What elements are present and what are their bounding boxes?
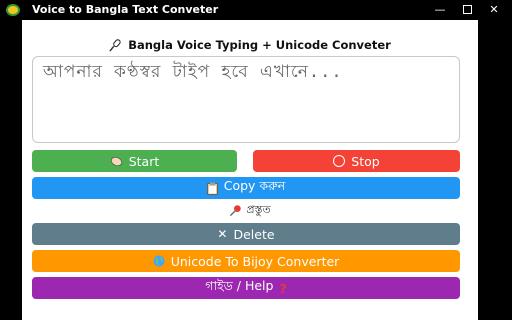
help-button[interactable]: গাইড / Help ? bbox=[32, 277, 460, 299]
pushpin-icon bbox=[230, 204, 242, 216]
hand-icon bbox=[110, 156, 122, 166]
unicode-to-bijoy-button[interactable]: Unicode To Bijoy Converter bbox=[32, 250, 460, 272]
main-panel: Bangla Voice Typing + Unicode Conveter আ… bbox=[22, 20, 478, 320]
unicode-label: Unicode To Bijoy Converter bbox=[170, 253, 340, 269]
maximize-button[interactable] bbox=[457, 0, 477, 20]
voice-text-area[interactable]: আপনার কণ্ঠস্বর টাইপ হবে এখানে... bbox=[32, 56, 460, 143]
stop-circle-icon bbox=[333, 155, 346, 167]
microphone-icon bbox=[109, 38, 121, 52]
stop-button[interactable]: Stop bbox=[253, 150, 460, 172]
status-text: প্রস্তুত bbox=[246, 202, 271, 216]
stop-label: Stop bbox=[351, 153, 380, 169]
copy-label: Copy করুন bbox=[223, 178, 286, 193]
start-label: Start bbox=[128, 153, 160, 169]
app-heading-text: Bangla Voice Typing + Unicode Conveter bbox=[128, 38, 391, 52]
cross-icon: ✕ bbox=[217, 227, 228, 241]
start-button[interactable]: Start bbox=[32, 150, 237, 172]
title-bar: Voice to Bangla Text Conveter — ✕ bbox=[0, 0, 512, 20]
app-heading: Bangla Voice Typing + Unicode Conveter bbox=[22, 37, 478, 53]
status-indicator: প্রস্তুত bbox=[22, 202, 478, 218]
close-button[interactable]: ✕ bbox=[484, 0, 504, 20]
maximize-icon bbox=[462, 5, 472, 14]
globe-icon bbox=[153, 255, 165, 267]
window-title: Voice to Bangla Text Conveter bbox=[32, 3, 219, 16]
help-label: গাইড / Help bbox=[205, 278, 274, 293]
clipboard-icon bbox=[206, 182, 218, 195]
minimize-button[interactable]: — bbox=[430, 0, 450, 20]
delete-label: Delete bbox=[233, 226, 275, 242]
app-logo-icon bbox=[6, 4, 20, 16]
question-mark-icon: ? bbox=[279, 280, 287, 296]
copy-button[interactable]: Copy করুন bbox=[32, 177, 460, 199]
delete-button[interactable]: ✕ Delete bbox=[32, 223, 460, 245]
